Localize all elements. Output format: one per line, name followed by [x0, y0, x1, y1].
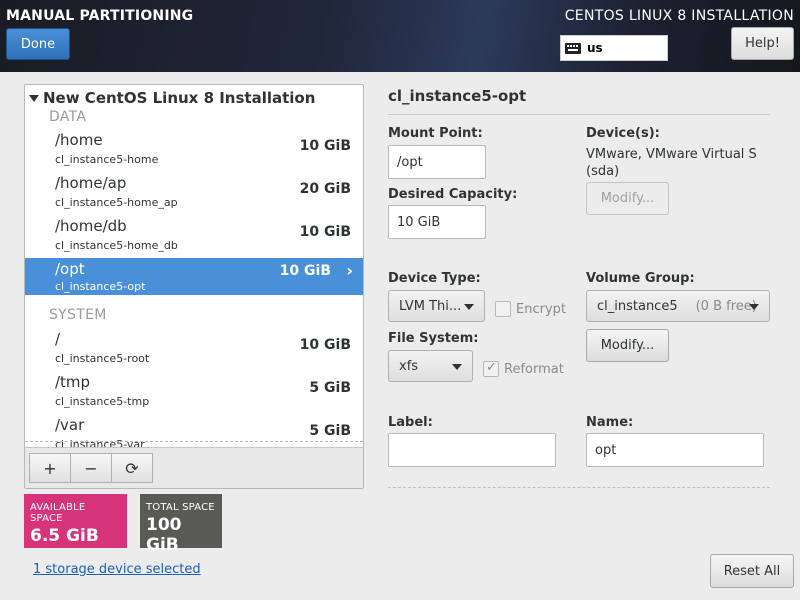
total-space-label: TOTAL SPACE: [146, 502, 215, 513]
name-field-label: Name:: [586, 415, 634, 430]
volume-group-value: cl_instance5: [597, 298, 678, 314]
chevron-right-icon: ›: [346, 261, 353, 280]
partition-tree-panel: New CentOS Linux 8 Installation DATA /ho…: [24, 84, 364, 489]
list-divider: [25, 441, 363, 442]
installer-title: CENTOS LINUX 8 INSTALLATION: [564, 8, 794, 24]
partition-mount: /home: [55, 131, 103, 149]
file-system-label: File System:: [388, 331, 479, 346]
partition-mount: /home/db: [55, 217, 127, 235]
partition-row-home-db[interactable]: /home/db cl_instance5-home_db 10 GiB: [25, 215, 363, 258]
detail-separator: [388, 114, 770, 115]
partition-size: 10 GiB: [299, 138, 351, 154]
volume-group-modify-button[interactable]: Modify...: [586, 329, 669, 362]
partition-row-tmp[interactable]: /tmp cl_instance5-tmp 5 GiB: [25, 371, 363, 414]
partition-mount: /opt: [55, 260, 85, 278]
desired-capacity-label: Desired Capacity:: [388, 187, 518, 202]
partition-name: cl_instance5-home_db: [55, 239, 178, 252]
help-button[interactable]: Help!: [731, 27, 794, 60]
done-button[interactable]: Done: [6, 28, 70, 60]
partition-row-root[interactable]: / cl_instance5-root 10 GiB: [25, 328, 363, 371]
device-type-label: Device Type:: [388, 271, 481, 286]
add-partition-button[interactable]: +: [29, 453, 71, 483]
devices-line-1: VMware, VMware Virtual S: [586, 147, 757, 162]
partition-mount: /home/ap: [55, 174, 127, 192]
available-space-value: 6.5 GiB: [30, 526, 99, 546]
keyboard-icon: [565, 42, 581, 54]
keyboard-layout-label: us: [587, 41, 603, 55]
mount-point-label: Mount Point:: [388, 126, 483, 141]
partition-name: cl_instance5-opt: [55, 280, 146, 293]
desired-capacity-input[interactable]: [388, 205, 486, 239]
name-input[interactable]: [586, 433, 764, 467]
partition-detail-title: cl_instance5-opt: [388, 87, 527, 105]
partition-name: cl_instance5-tmp: [55, 395, 150, 408]
section-data: DATA: [49, 109, 87, 125]
devices-modify-button[interactable]: Modify...: [586, 182, 669, 215]
total-space-value: 100 GiB: [146, 515, 182, 555]
volume-group-select[interactable]: cl_instance5 (0 B free): [586, 290, 770, 322]
device-type-value: LVM Thi...: [399, 298, 462, 314]
partition-name: cl_instance5-home: [55, 153, 159, 166]
reformat-label: Reformat: [504, 361, 564, 377]
partition-mount: /var: [55, 416, 85, 434]
label-field-label: Label:: [388, 415, 433, 430]
tree-root[interactable]: New CentOS Linux 8 Installation: [29, 89, 315, 107]
available-space-label: AVAILABLE SPACE: [30, 502, 86, 524]
device-type-select[interactable]: LVM Thi...: [388, 290, 485, 322]
devices-label: Device(s):: [586, 126, 660, 141]
refresh-icon: ⟳: [125, 458, 139, 478]
volume-group-label: Volume Group:: [586, 271, 695, 286]
checkbox-box: [483, 360, 499, 377]
total-space-box: TOTAL SPACE 100 GiB: [140, 494, 222, 555]
partition-mount: /: [55, 330, 61, 348]
header-bar: MANUAL PARTITIONING CENTOS LINUX 8 INSTA…: [0, 0, 800, 72]
mount-point-input[interactable]: [388, 145, 486, 179]
checkbox-box: [495, 301, 511, 317]
label-input[interactable]: [388, 433, 556, 467]
file-system-value: xfs: [399, 358, 419, 374]
partition-row-home-ap[interactable]: /home/ap cl_instance5-home_ap 20 GiB: [25, 172, 363, 215]
tree-root-label: New CentOS Linux 8 Installation: [43, 89, 316, 107]
keyboard-layout-indicator[interactable]: us: [560, 35, 668, 61]
partition-size: 5 GiB: [309, 380, 351, 396]
expand-triangle-icon[interactable]: [29, 94, 39, 102]
partition-size: 10 GiB: [299, 224, 351, 240]
partition-row-home[interactable]: /home cl_instance5-home 10 GiB: [25, 129, 363, 172]
partition-size: 10 GiB: [299, 337, 351, 353]
partition-name: cl_instance5-root: [55, 352, 150, 365]
partition-toolbar: + − ⟳: [25, 447, 363, 488]
volume-group-free: (0 B free): [695, 298, 757, 314]
partition-name: cl_instance5-home_ap: [55, 196, 178, 209]
partition-mount: /tmp: [55, 373, 91, 391]
encrypt-label: Encrypt: [516, 301, 566, 317]
partition-size: 5 GiB: [309, 423, 351, 439]
detail-bottom-divider: [388, 487, 770, 488]
reset-all-button[interactable]: Reset All: [710, 554, 794, 588]
refresh-button[interactable]: ⟳: [111, 453, 153, 483]
encrypt-checkbox[interactable]: Encrypt: [495, 301, 566, 317]
file-system-select[interactable]: xfs: [388, 350, 473, 382]
remove-partition-button[interactable]: −: [70, 453, 112, 483]
chevron-down-icon: [452, 364, 462, 370]
partition-row-opt[interactable]: /opt cl_instance5-opt 10 GiB ›: [25, 258, 363, 295]
available-space-box: AVAILABLE SPACE 6.5 GiB: [24, 494, 127, 548]
devices-line-2: (sda): [586, 164, 620, 179]
chevron-down-icon: [464, 304, 474, 310]
storage-device-link[interactable]: 1 storage device selected: [33, 562, 201, 577]
page-title: MANUAL PARTITIONING: [6, 8, 194, 24]
partition-size: 10 GiB: [279, 263, 331, 279]
section-system: SYSTEM: [49, 307, 107, 323]
chevron-down-icon: [749, 304, 759, 310]
reformat-checkbox[interactable]: Reformat: [483, 360, 564, 377]
partition-size: 20 GiB: [299, 181, 351, 197]
